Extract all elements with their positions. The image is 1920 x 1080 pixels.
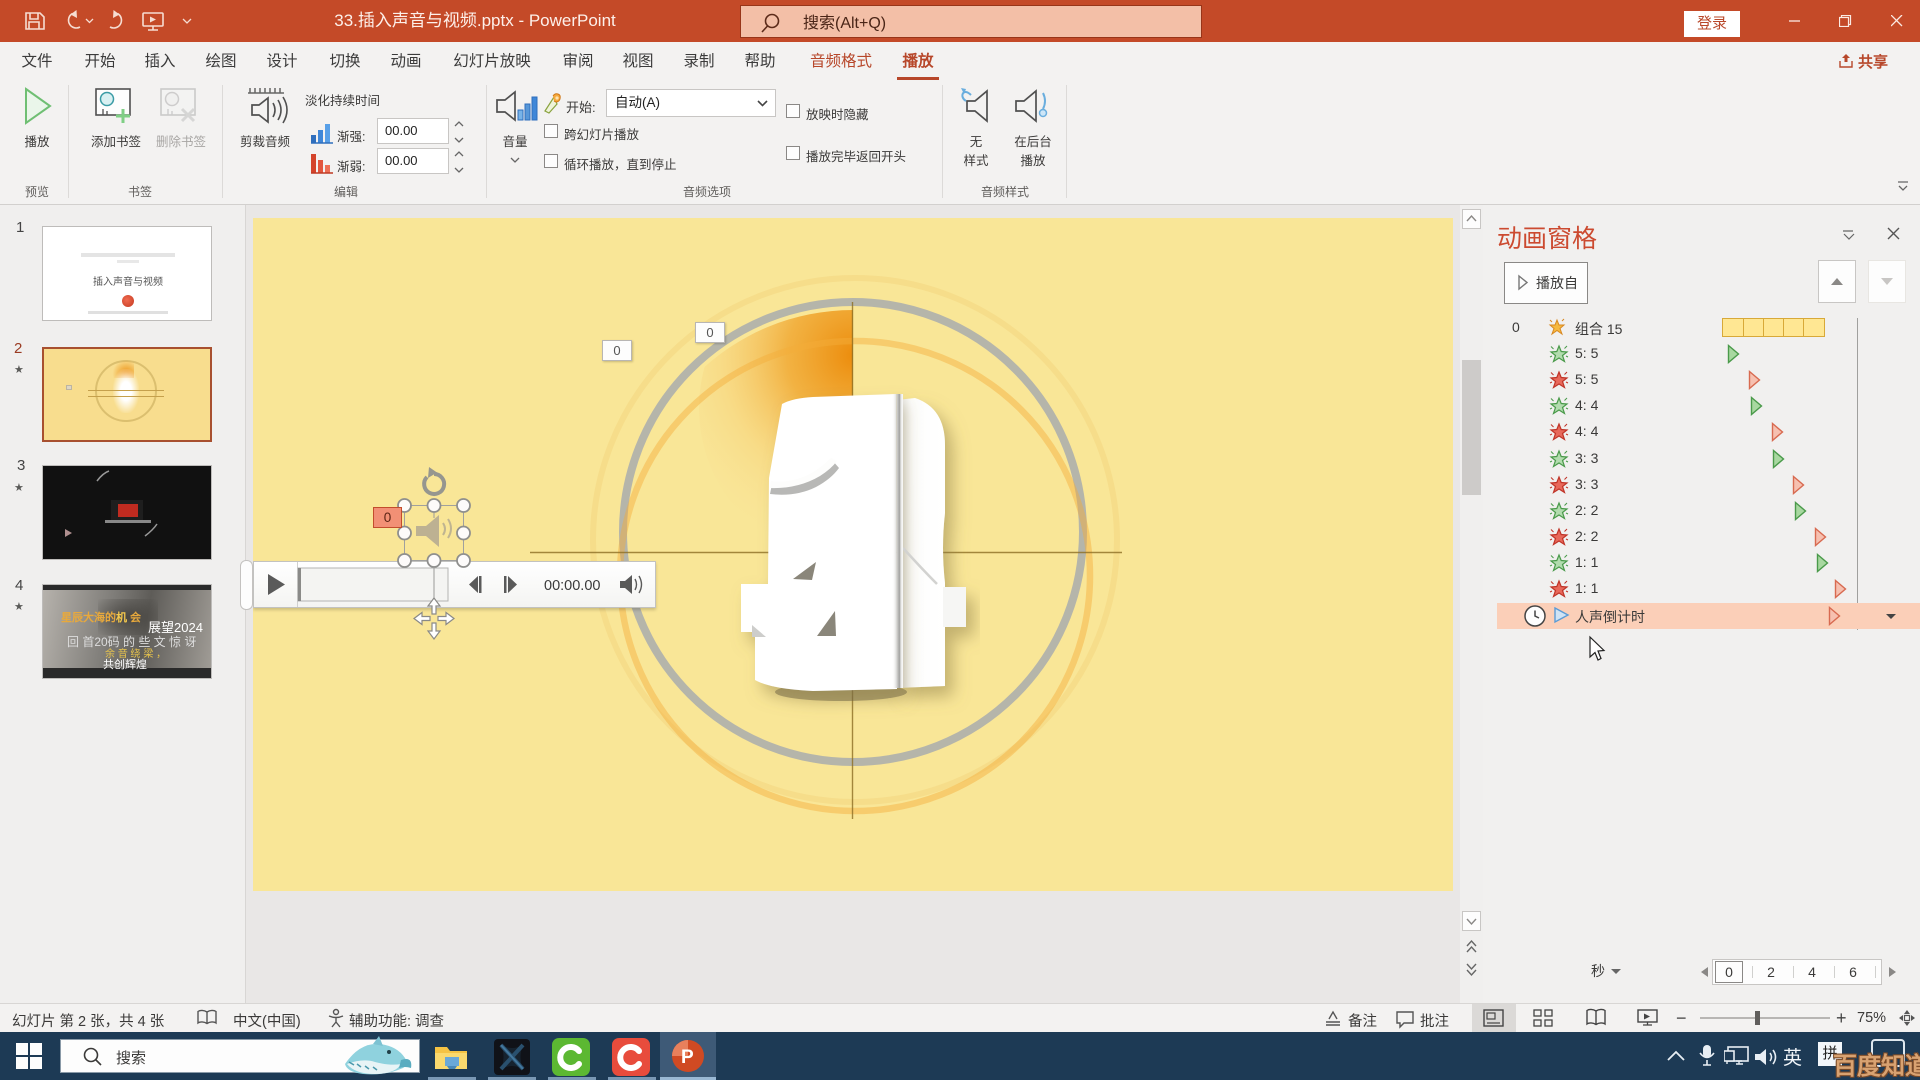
svg-text:00:00.00: 00:00.00 bbox=[544, 578, 600, 594]
svg-text:P: P bbox=[681, 1047, 694, 1068]
svg-text:搜索(Alt+Q): 搜索(Alt+Q) bbox=[803, 14, 886, 32]
svg-text:播放自: 播放自 bbox=[1536, 275, 1578, 291]
